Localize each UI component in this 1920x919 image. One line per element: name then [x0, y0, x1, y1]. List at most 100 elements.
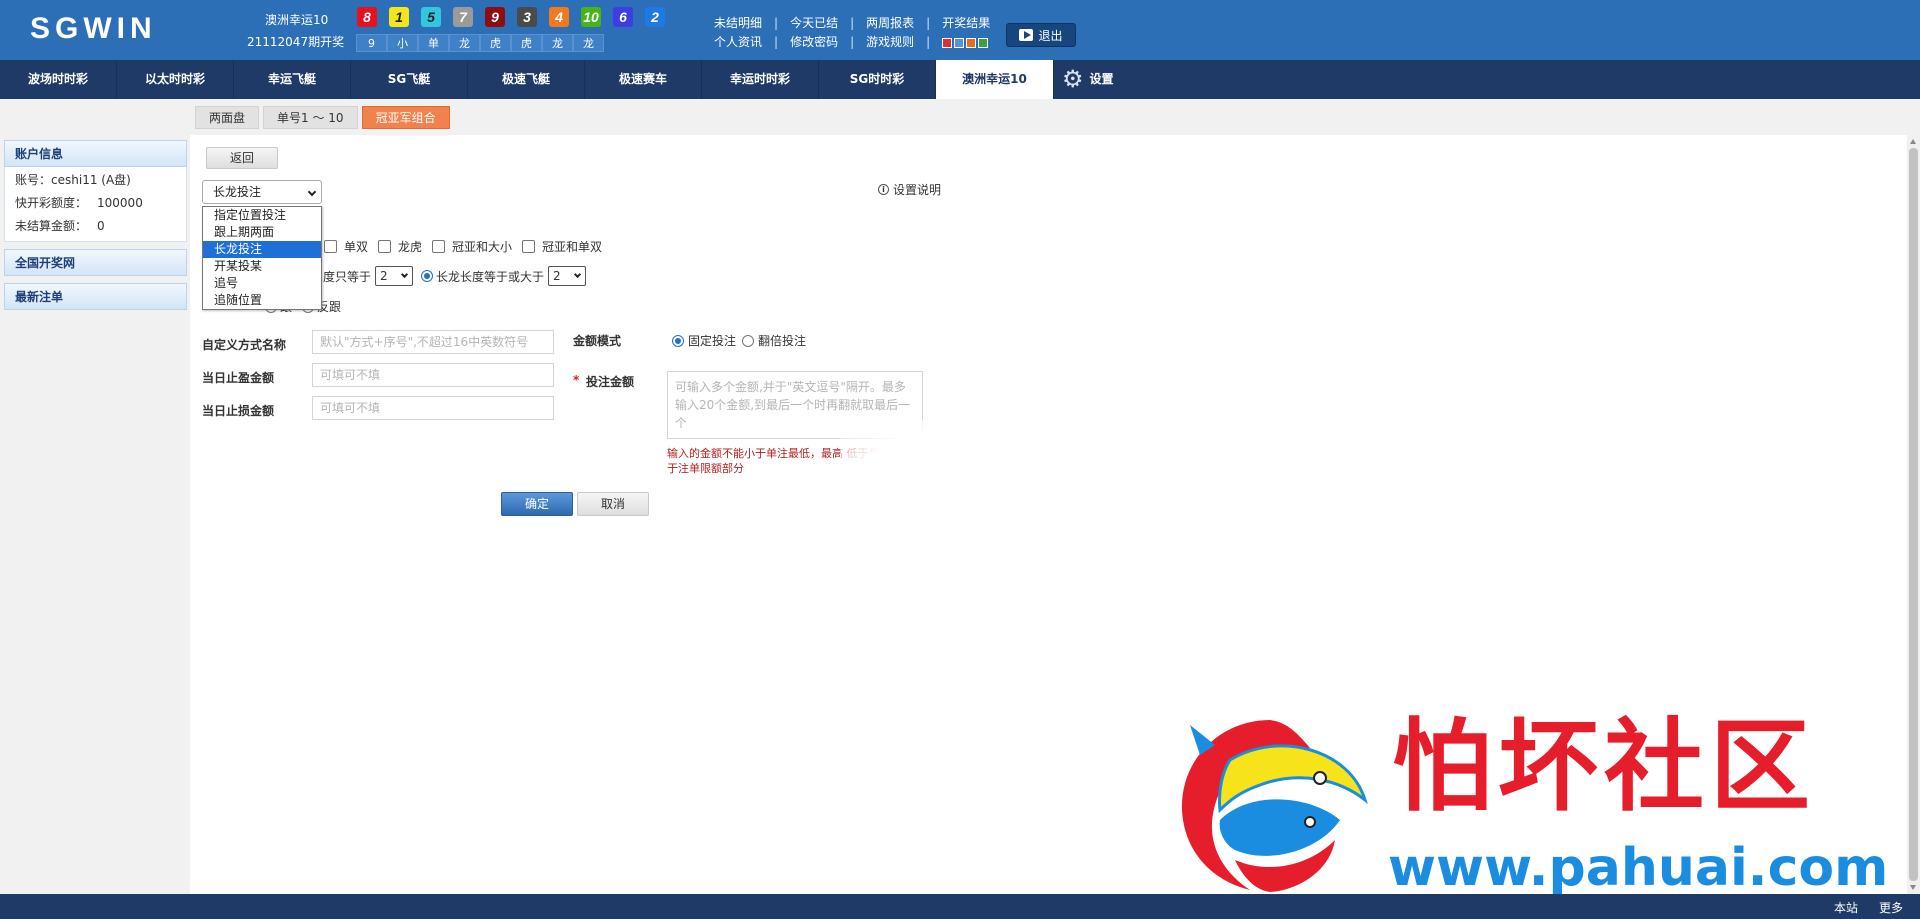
amount-mode-label: 金额模式 — [573, 334, 622, 348]
footer-this-site-link[interactable]: 本站 — [1834, 899, 1858, 916]
link-profile[interactable]: 个人资讯 — [714, 33, 762, 52]
nav-tab-game[interactable]: 幸运飞艇 — [234, 60, 351, 99]
sidebar: 账户信息 账号： ceshi11 (A盘) 快开彩额度： 100000 未结算金… — [4, 140, 187, 310]
link-unsettled-detail[interactable]: 未结明细 — [714, 14, 762, 33]
result-ball: 2 — [645, 7, 665, 27]
stop-win-label: 当日止盈金额 — [202, 371, 275, 385]
type-checkbox[interactable] — [378, 240, 392, 253]
cancel-button[interactable]: 取消 — [577, 492, 649, 516]
bet-mode-select[interactable]: 长龙投注 — [202, 180, 322, 204]
nav-tab-game[interactable]: 极速赛车 — [585, 60, 702, 99]
nav-tab-game[interactable]: 以太时时彩 — [117, 60, 234, 99]
sidebar-account-header[interactable]: 账户信息 — [4, 140, 187, 167]
length-ge-radio[interactable] — [421, 270, 434, 282]
stat-cell: 小 — [387, 34, 418, 52]
stat-cell: 龙 — [573, 34, 604, 52]
nav-tab-game[interactable]: SG飞艇 — [351, 60, 468, 99]
mode-option[interactable]: 指定位置投注 — [203, 207, 321, 224]
top-links: 未结明细 | 今天已结 | 两周报表 | 开奖结果 个人资讯 | 修改密码 | … — [714, 14, 990, 52]
quick-credit-label: 快开彩额度： — [15, 196, 88, 210]
skin-swatch[interactable] — [966, 38, 977, 48]
watermark-title: 怕坏社区 — [1392, 708, 1816, 825]
draw-stats: 9 小 单 龙 虎 虎 龙 龙 — [356, 34, 604, 52]
stat-cell: 9 — [356, 34, 387, 52]
link-draw-results[interactable]: 开奖结果 — [942, 14, 990, 33]
length-equal-select[interactable]: 2 — [375, 266, 414, 286]
stat-cell: 单 — [418, 34, 449, 52]
type-label: 冠亚和大小 — [452, 240, 513, 254]
link-today-settled[interactable]: 今天已结 — [790, 14, 838, 33]
stop-win-input[interactable] — [312, 363, 554, 387]
skin-swatch[interactable] — [942, 38, 953, 48]
bet-type-checkboxes: 单双 龙虎 冠亚和大小 冠亚和单双 — [324, 238, 612, 255]
link-game-rules[interactable]: 游戏规则 — [866, 33, 914, 52]
account-info-panel: 账号： ceshi11 (A盘) 快开彩额度： 100000 未结算金额： 0 — [4, 167, 187, 242]
nav-tab-game[interactable]: 波场时时彩 — [0, 60, 117, 99]
length-equal-label: 度只等于 — [323, 269, 372, 284]
dragon-length-row: 度只等于 2 长龙长度等于或大于 2 — [323, 266, 594, 286]
double-bet-label: 翻倍投注 — [758, 334, 807, 348]
link-change-password[interactable]: 修改密码 — [790, 33, 838, 52]
mode-option[interactable]: 追号 — [203, 275, 321, 292]
mode-option-selected[interactable]: 长龙投注 — [203, 241, 321, 258]
game-nav: 波场时时彩 以太时时彩 幸运飞艇 SG飞艇 极速飞艇 极速赛车 幸运时时彩 SG… — [0, 60, 1920, 99]
nav-tab-game-active[interactable]: 澳洲幸运10 — [936, 60, 1054, 99]
skin-swatch[interactable] — [978, 38, 989, 48]
draw-period: 21112047期开奖 — [247, 35, 345, 49]
type-checkbox[interactable] — [522, 240, 536, 253]
stop-loss-input[interactable] — [312, 396, 554, 420]
link-two-week-report[interactable]: 两周报表 — [866, 14, 914, 33]
bet-mode-value: 长龙投注 — [213, 185, 262, 199]
custom-name-label: 自定义方式名称 — [202, 338, 287, 352]
sidebar-lottery-site[interactable]: 全国开奖网 — [4, 249, 187, 276]
nav-tab-game[interactable]: SG时时彩 — [819, 60, 936, 99]
nav-tab-game[interactable]: 幸运时时彩 — [702, 60, 819, 99]
result-ball: 9 — [485, 7, 505, 27]
result-ball: 8 — [357, 7, 377, 27]
unsettled-value: 0 — [97, 219, 105, 233]
sidebar-latest-bets[interactable]: 最新注单 — [4, 283, 187, 310]
bet-amount-label: 投注金额 — [586, 375, 635, 389]
top-header: SGWIN 澳洲幸运10 21112047期开奖 8 1 5 7 9 3 4 1… — [0, 0, 1920, 60]
length-ge-select[interactable]: 2 — [548, 266, 587, 286]
result-ball: 1 — [389, 7, 409, 27]
footer-more-link[interactable]: 更多 — [1879, 899, 1903, 916]
mode-option[interactable]: 追随位置 — [203, 292, 321, 309]
gear-icon: ⚙ — [1062, 65, 1084, 93]
nav-settings-button[interactable]: ⚙ 设置 — [1054, 60, 1114, 99]
fixed-bet-radio[interactable] — [672, 334, 684, 347]
stat-cell: 虎 — [480, 34, 511, 52]
skin-swatch[interactable] — [954, 38, 965, 48]
subtab-two-sides[interactable]: 两面盘 — [195, 106, 260, 129]
result-ball: 10 — [581, 7, 601, 27]
result-ball: 3 — [517, 7, 537, 27]
type-checkbox[interactable] — [324, 240, 337, 253]
subtab-champion-combo[interactable]: 冠亚军组合 — [361, 106, 450, 129]
double-bet-radio[interactable] — [742, 334, 755, 347]
mode-option[interactable]: 跟上期两面 — [203, 224, 321, 241]
quick-credit-value: 100000 — [97, 196, 143, 210]
back-button[interactable]: 返回 — [206, 147, 278, 169]
custom-name-input[interactable] — [312, 330, 554, 354]
nav-tab-game[interactable]: 极速飞艇 — [468, 60, 585, 99]
settings-help-link[interactable]: i 设置说明 — [878, 181, 941, 198]
logout-label: 退出 — [1038, 28, 1063, 43]
site-logo: SGWIN — [30, 12, 157, 45]
required-mark: * — [573, 373, 580, 387]
type-label: 单双 — [344, 240, 369, 254]
result-ball: 5 — [421, 7, 441, 27]
nav-settings-label: 设置 — [1089, 72, 1114, 86]
confirm-button[interactable]: 确定 — [501, 492, 573, 516]
amount-mode-radios: 固定投注 翻倍投注 — [672, 332, 812, 349]
draw-result-balls: 8 1 5 7 9 3 4 10 6 2 — [357, 7, 677, 27]
watermark: 怕坏社区 www.pahuai.com — [1160, 700, 1920, 900]
logout-icon — [1019, 29, 1034, 41]
logout-button[interactable]: 退出 — [1006, 23, 1076, 47]
footer-bar: 本站 更多 — [0, 894, 1920, 919]
result-ball: 6 — [613, 7, 633, 27]
mode-option[interactable]: 开某投某 — [203, 258, 321, 275]
stat-cell: 虎 — [511, 34, 542, 52]
subtab-single-number[interactable]: 单号1 ～ 10 — [263, 106, 358, 129]
type-checkbox[interactable] — [432, 240, 446, 253]
current-game-name: 澳洲幸运10 — [265, 13, 329, 27]
